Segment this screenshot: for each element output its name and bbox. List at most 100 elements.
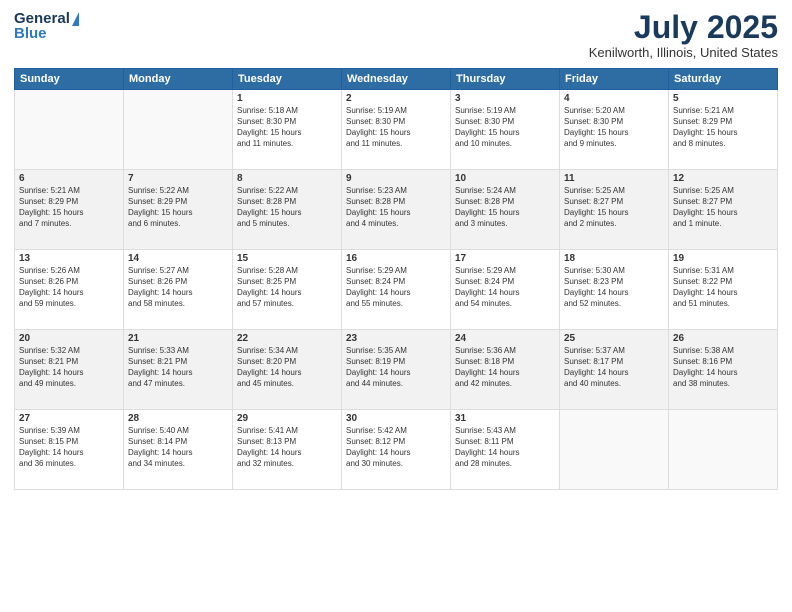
calendar-cell: 14Sunrise: 5:27 AMSunset: 8:26 PMDayligh… xyxy=(124,250,233,330)
calendar-cell xyxy=(124,90,233,170)
day-content: Sunrise: 5:41 AMSunset: 8:13 PMDaylight:… xyxy=(237,426,337,469)
weekday-header-friday: Friday xyxy=(560,69,669,90)
day-content: Sunrise: 5:30 AMSunset: 8:23 PMDaylight:… xyxy=(564,266,664,309)
calendar-week-row: 20 Sunrise: 5:32 AMSunset: 8:21 PMDayligh… xyxy=(15,330,778,410)
calendar-cell: 17 Sunrise: 5:29 AMSunset: 8:24 PMDayligh… xyxy=(451,250,560,330)
day-content: Sunrise: 5:40 AMSunset: 8:14 PMDaylight:… xyxy=(128,426,228,469)
day-content: Sunrise: 5:33 AMSunset: 8:21 PMDaylight:… xyxy=(128,346,228,389)
day-number: 30 xyxy=(346,413,446,424)
day-content: Sunrise: 5:21 AMSunset: 8:29 PMDaylight:… xyxy=(673,106,773,149)
day-content: Sunrise: 5:19 AMSunset: 8:30 PMDaylight:… xyxy=(346,106,446,149)
calendar-title: July 2025 xyxy=(589,10,778,45)
day-content: Sunrise: 5:35 AMSunset: 8:19 PMDaylight:… xyxy=(346,346,446,389)
weekday-header-monday: Monday xyxy=(124,69,233,90)
calendar-table: SundayMondayTuesdayWednesdayThursdayFrid… xyxy=(14,68,778,490)
calendar-subtitle: Kenilworth, Illinois, United States xyxy=(589,45,778,60)
logo: General Blue xyxy=(14,10,79,42)
day-number: 6 xyxy=(19,173,119,184)
calendar-cell: 25Sunrise: 5:37 AMSunset: 8:17 PMDayligh… xyxy=(560,330,669,410)
day-content: Sunrise: 5:42 AMSunset: 8:12 PMDaylight:… xyxy=(346,426,446,469)
day-number: 31 xyxy=(455,413,555,424)
day-number: 26 xyxy=(673,333,773,344)
logo-triangle-icon xyxy=(72,12,79,26)
day-content: Sunrise: 5:25 AMSunset: 8:27 PMDaylight:… xyxy=(564,186,664,229)
calendar-cell: 23 Sunrise: 5:35 AMSunset: 8:19 PMDayligh… xyxy=(342,330,451,410)
day-content: Sunrise: 5:20 AMSunset: 8:30 PMDaylight:… xyxy=(564,106,664,149)
calendar-cell xyxy=(560,410,669,490)
day-number: 16 xyxy=(346,253,446,264)
calendar-cell: 26 Sunrise: 5:38 AMSunset: 8:16 PMDayligh… xyxy=(669,330,778,410)
calendar-cell: 3Sunrise: 5:19 AMSunset: 8:30 PMDaylight… xyxy=(451,90,560,170)
day-number: 2 xyxy=(346,93,446,104)
day-number: 12 xyxy=(673,173,773,184)
calendar-cell: 11 Sunrise: 5:25 AMSunset: 8:27 PMDayligh… xyxy=(560,170,669,250)
calendar-cell: 21 Sunrise: 5:33 AMSunset: 8:21 PMDayligh… xyxy=(124,330,233,410)
page: General Blue July 2025 Kenilworth, Illin… xyxy=(0,0,792,612)
day-number: 28 xyxy=(128,413,228,424)
calendar-cell: 15Sunrise: 5:28 AMSunset: 8:25 PMDayligh… xyxy=(233,250,342,330)
day-content: Sunrise: 5:39 AMSunset: 8:15 PMDaylight:… xyxy=(19,426,119,469)
calendar-cell: 13 Sunrise: 5:26 AMSunset: 8:26 PMDayligh… xyxy=(15,250,124,330)
day-number: 25 xyxy=(564,333,664,344)
day-number: 20 xyxy=(19,333,119,344)
day-number: 19 xyxy=(673,253,773,264)
calendar-cell: 19 Sunrise: 5:31 AMSunset: 8:22 PMDayligh… xyxy=(669,250,778,330)
calendar-cell: 1 Sunrise: 5:18 AMSunset: 8:30 PMDaylight… xyxy=(233,90,342,170)
day-number: 1 xyxy=(237,93,337,104)
day-number: 23 xyxy=(346,333,446,344)
day-content: Sunrise: 5:18 AMSunset: 8:30 PMDaylight:… xyxy=(237,106,337,149)
header: General Blue July 2025 Kenilworth, Illin… xyxy=(14,10,778,60)
calendar-cell: 2 Sunrise: 5:19 AMSunset: 8:30 PMDaylight… xyxy=(342,90,451,170)
day-content: Sunrise: 5:22 AMSunset: 8:29 PMDaylight:… xyxy=(128,186,228,229)
weekday-header-sunday: Sunday xyxy=(15,69,124,90)
day-number: 8 xyxy=(237,173,337,184)
day-number: 27 xyxy=(19,413,119,424)
calendar-cell: 5 Sunrise: 5:21 AMSunset: 8:29 PMDaylight… xyxy=(669,90,778,170)
calendar-cell: 9 Sunrise: 5:23 AMSunset: 8:28 PMDaylight… xyxy=(342,170,451,250)
day-number: 10 xyxy=(455,173,555,184)
day-number: 7 xyxy=(128,173,228,184)
weekday-header-thursday: Thursday xyxy=(451,69,560,90)
day-content: Sunrise: 5:19 AMSunset: 8:30 PMDaylight:… xyxy=(455,106,555,149)
day-number: 9 xyxy=(346,173,446,184)
calendar-cell: 30 Sunrise: 5:42 AMSunset: 8:12 PMDayligh… xyxy=(342,410,451,490)
day-number: 5 xyxy=(673,93,773,104)
day-number: 4 xyxy=(564,93,664,104)
day-content: Sunrise: 5:23 AMSunset: 8:28 PMDaylight:… xyxy=(346,186,446,229)
day-number: 21 xyxy=(128,333,228,344)
day-number: 13 xyxy=(19,253,119,264)
calendar-cell: 8Sunrise: 5:22 AMSunset: 8:28 PMDaylight… xyxy=(233,170,342,250)
calendar-cell: 31 Sunrise: 5:43 AMSunset: 8:11 PMDayligh… xyxy=(451,410,560,490)
day-number: 15 xyxy=(237,253,337,264)
title-area: July 2025 Kenilworth, Illinois, United S… xyxy=(589,10,778,60)
day-number: 14 xyxy=(128,253,228,264)
calendar-cell: 22Sunrise: 5:34 AMSunset: 8:20 PMDayligh… xyxy=(233,330,342,410)
calendar-cell xyxy=(669,410,778,490)
calendar-cell: 6 Sunrise: 5:21 AMSunset: 8:29 PMDaylight… xyxy=(15,170,124,250)
calendar-header-row: SundayMondayTuesdayWednesdayThursdayFrid… xyxy=(15,69,778,90)
calendar-cell: 28 Sunrise: 5:40 AMSunset: 8:14 PMDayligh… xyxy=(124,410,233,490)
day-content: Sunrise: 5:21 AMSunset: 8:29 PMDaylight:… xyxy=(19,186,119,229)
calendar-cell: 27 Sunrise: 5:39 AMSunset: 8:15 PMDayligh… xyxy=(15,410,124,490)
logo-text-blue: Blue xyxy=(14,25,47,42)
day-content: Sunrise: 5:38 AMSunset: 8:16 PMDaylight:… xyxy=(673,346,773,389)
day-content: Sunrise: 5:25 AMSunset: 8:27 PMDaylight:… xyxy=(673,186,773,229)
day-content: Sunrise: 5:31 AMSunset: 8:22 PMDaylight:… xyxy=(673,266,773,309)
calendar-cell: 12 Sunrise: 5:25 AMSunset: 8:27 PMDayligh… xyxy=(669,170,778,250)
weekday-header-tuesday: Tuesday xyxy=(233,69,342,90)
day-content: Sunrise: 5:43 AMSunset: 8:11 PMDaylight:… xyxy=(455,426,555,469)
calendar-cell: 4 Sunrise: 5:20 AMSunset: 8:30 PMDaylight… xyxy=(560,90,669,170)
day-number: 29 xyxy=(237,413,337,424)
day-content: Sunrise: 5:29 AMSunset: 8:24 PMDaylight:… xyxy=(346,266,446,309)
calendar-cell xyxy=(15,90,124,170)
day-content: Sunrise: 5:24 AMSunset: 8:28 PMDaylight:… xyxy=(455,186,555,229)
calendar-week-row: 27 Sunrise: 5:39 AMSunset: 8:15 PMDayligh… xyxy=(15,410,778,490)
day-content: Sunrise: 5:32 AMSunset: 8:21 PMDaylight:… xyxy=(19,346,119,389)
day-number: 17 xyxy=(455,253,555,264)
day-number: 11 xyxy=(564,173,664,184)
day-content: Sunrise: 5:26 AMSunset: 8:26 PMDaylight:… xyxy=(19,266,119,309)
calendar-week-row: 1 Sunrise: 5:18 AMSunset: 8:30 PMDaylight… xyxy=(15,90,778,170)
day-content: Sunrise: 5:29 AMSunset: 8:24 PMDaylight:… xyxy=(455,266,555,309)
day-number: 18 xyxy=(564,253,664,264)
day-content: Sunrise: 5:34 AMSunset: 8:20 PMDaylight:… xyxy=(237,346,337,389)
